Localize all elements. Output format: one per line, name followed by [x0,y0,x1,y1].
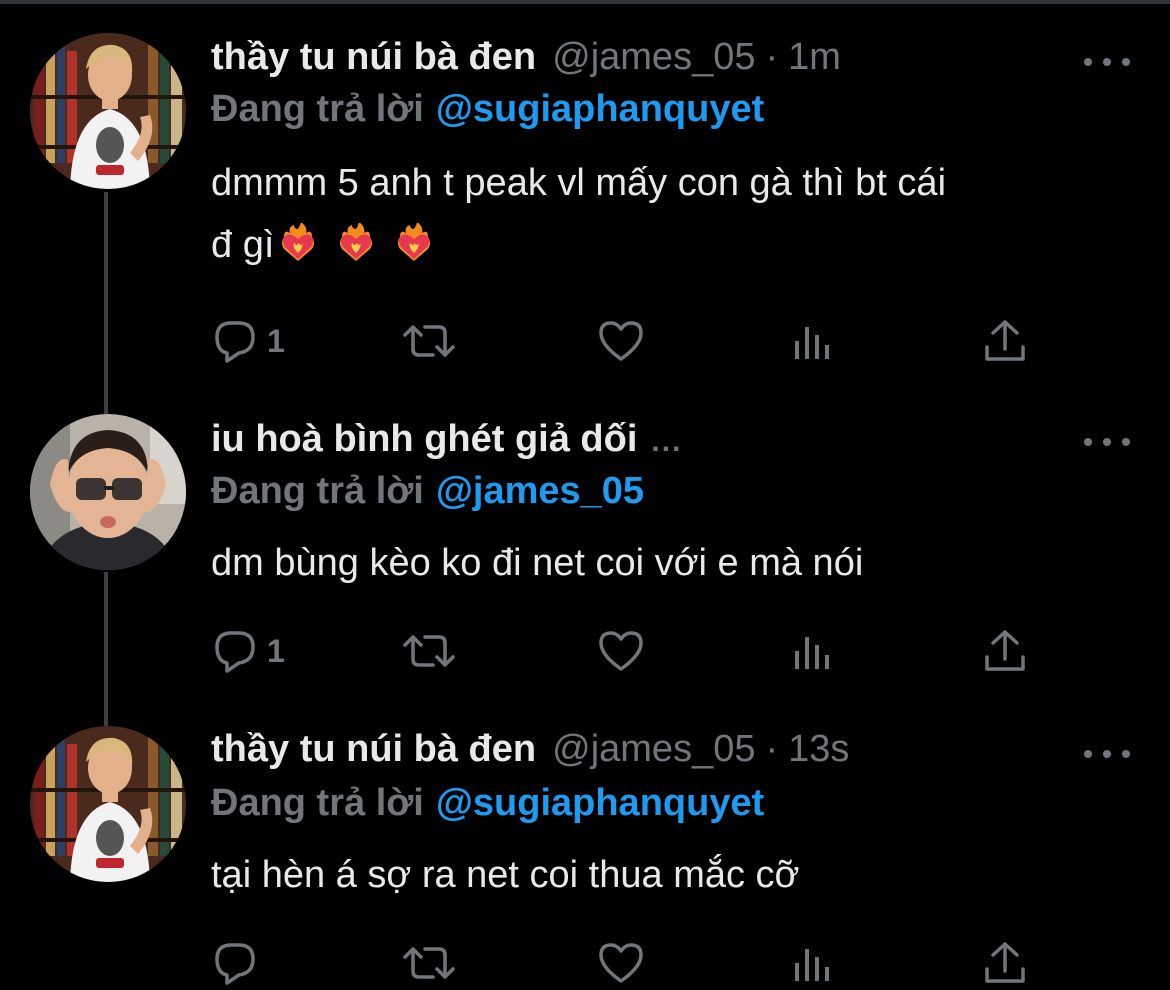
more-options-icon[interactable] [1084,744,1130,764]
more-options-icon[interactable] [1084,52,1130,72]
share-icon [985,630,1025,671]
tweet-text-line: dmmm 5 anh t peak vl mấy con gà thì bt c… [211,162,947,204]
like-button[interactable] [597,316,645,366]
mention-link[interactable]: @sugiaphanquyet [436,88,764,130]
mention-link[interactable]: @sugiaphanquyet [436,782,764,824]
replying-to: Đang trả lời @sugiaphanquyet [211,88,764,134]
share-icon [985,942,1025,983]
tweet-text: dmmm 5 anh t peak vl mấy con gà thì bt c… [211,152,1141,276]
display-name[interactable]: thầy tu núi bà đen [211,728,536,771]
display-name[interactable]: iu hoà bình ghét giả dối [211,418,637,461]
reply-icon [215,943,255,985]
tweet-actions [211,938,1041,988]
replying-to: Đang trả lời @james_05 [211,470,644,516]
tweet-actions: 1 [211,316,1041,366]
analytics-icon [795,949,829,981]
name-truncation: ... [651,425,683,458]
reply-icon [215,631,255,673]
reply-count: 1 [267,632,285,669]
retweet-icon [403,947,455,979]
share-button[interactable] [983,316,1027,366]
timestamp[interactable]: 1m [788,36,841,79]
tweet-header: thầy tu núi bà đen @james_05 · 13s [211,728,849,774]
tweet-text-line-2: đ gì [211,214,1141,276]
analytics-button[interactable] [791,938,835,988]
avatar[interactable] [30,33,186,189]
thread-screen: thầy tu núi bà đen @james_05 · 1m Đang t… [0,0,1170,990]
analytics-button[interactable] [791,316,835,366]
retweet-icon [403,635,455,667]
analytics-icon [795,637,829,669]
avatar[interactable] [30,726,186,882]
tweet-actions: 1 [211,626,1041,676]
thread-connector [104,572,108,726]
user-handle[interactable]: @james_05 [552,36,755,79]
separator-dot: · [765,36,779,78]
share-button[interactable] [983,938,1027,988]
retweet-button[interactable] [401,938,457,988]
reply-button[interactable] [211,938,259,988]
analytics-icon [795,327,829,359]
avatar-photo-icon [30,33,186,189]
thread-connector [104,192,108,414]
tweet-text: tại hèn á sợ ra net coi thua mắc cỡ [211,854,800,896]
reply-count: 1 [267,322,285,359]
avatar-photo-icon [30,726,186,882]
replying-prefix: Đang trả lời [211,88,424,130]
user-handle[interactable]: @james_05 [552,728,755,771]
like-icon [599,943,643,983]
reply-button[interactable]: 1 [211,626,285,676]
like-button[interactable] [597,626,645,676]
avatar-photo-icon [30,414,186,570]
top-divider [0,0,1170,4]
mention-link[interactable]: @james_05 [436,470,644,512]
separator-dot: · [765,728,779,770]
replying-to: Đang trả lời @sugiaphanquyet [211,782,764,828]
timestamp[interactable]: 13s [788,728,849,771]
more-options-icon[interactable] [1084,432,1130,452]
retweet-icon [403,325,455,357]
heart-on-fire-icon [340,223,373,261]
tweet-header: thầy tu núi bà đen @james_05 · 1m [211,36,841,82]
retweet-button[interactable] [401,626,457,676]
reply-icon [215,321,255,363]
share-button[interactable] [983,626,1027,676]
heart-on-fire-icon [398,223,431,261]
tweet-text: dm bùng kèo ko đi net coi với e mà nói [211,542,864,584]
share-icon [985,320,1025,361]
like-button[interactable] [597,938,645,988]
like-icon [599,631,643,671]
tweet-header: iu hoà bình ghét giả dối ... [211,418,682,464]
replying-prefix: Đang trả lời [211,470,424,512]
retweet-button[interactable] [401,316,457,366]
display-name[interactable]: thầy tu núi bà đen [211,36,536,79]
analytics-button[interactable] [791,626,835,676]
reply-button[interactable]: 1 [211,316,285,366]
tweet-text-fragment: đ gì [211,224,275,266]
avatar[interactable] [30,414,186,570]
like-icon [599,321,643,361]
heart-on-fire-icon [282,223,315,261]
replying-prefix: Đang trả lời [211,782,424,824]
